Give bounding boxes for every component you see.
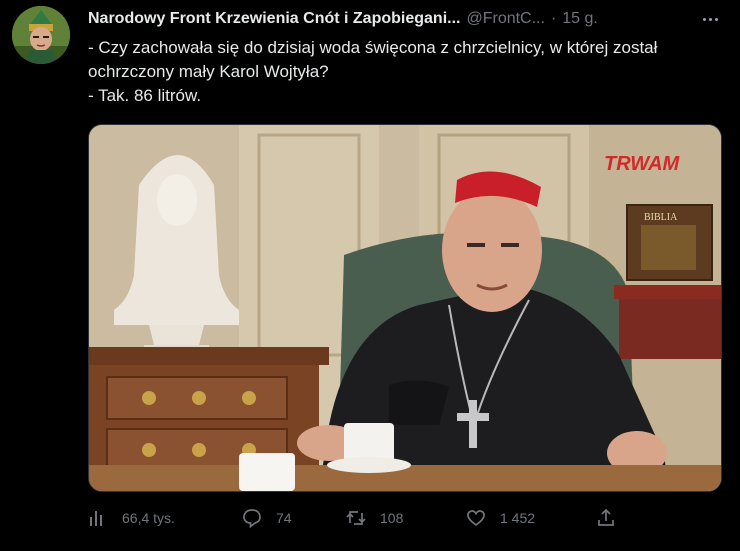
avatar[interactable] bbox=[12, 6, 70, 64]
retweet-button[interactable]: 108 bbox=[346, 505, 403, 531]
retweet-count: 108 bbox=[380, 510, 404, 526]
reply-count: 74 bbox=[276, 510, 292, 526]
tweet[interactable]: Narodowy Front Krzewienia Cnót i Zapobie… bbox=[0, 0, 740, 551]
book-label: BIBLIA bbox=[644, 212, 678, 223]
like-button[interactable]: 1 452 bbox=[466, 505, 535, 531]
reply-icon bbox=[243, 509, 261, 528]
separator-dot: · bbox=[550, 10, 557, 27]
avatar-image bbox=[12, 6, 70, 64]
tweet-text-line: - Czy zachowała się do dzisiaj woda świę… bbox=[88, 38, 663, 81]
watermark: TRWAM bbox=[604, 153, 681, 175]
tweet-text-line: - Tak. 86 litrów. bbox=[88, 86, 202, 105]
tweet-header: Narodowy Front Krzewienia Cnót i Zapobie… bbox=[88, 8, 724, 30]
share-icon bbox=[598, 508, 614, 526]
reply-button[interactable]: 74 bbox=[242, 505, 292, 531]
action-bar: 66,4 tys. 74 108 1 452 bbox=[88, 505, 628, 531]
heart-icon bbox=[467, 510, 485, 527]
bar-chart-icon bbox=[90, 511, 102, 526]
views-button[interactable]: 66,4 tys. bbox=[88, 505, 175, 531]
more-icon[interactable] bbox=[696, 8, 724, 30]
tweet-text: - Czy zachowała się do dzisiaj woda świę… bbox=[88, 36, 728, 108]
retweet-icon bbox=[346, 511, 366, 525]
share-button[interactable] bbox=[596, 505, 616, 531]
views-count: 66,4 tys. bbox=[122, 510, 175, 526]
author-name[interactable]: Narodowy Front Krzewienia Cnót i Zapobie… bbox=[88, 10, 460, 28]
timestamp[interactable]: 15 g. bbox=[562, 10, 598, 28]
tweet-media-image[interactable]: BIBLIA TRWAM bbox=[88, 124, 722, 492]
like-count: 1 452 bbox=[500, 510, 536, 526]
author-handle[interactable]: @FrontC... bbox=[466, 10, 544, 28]
